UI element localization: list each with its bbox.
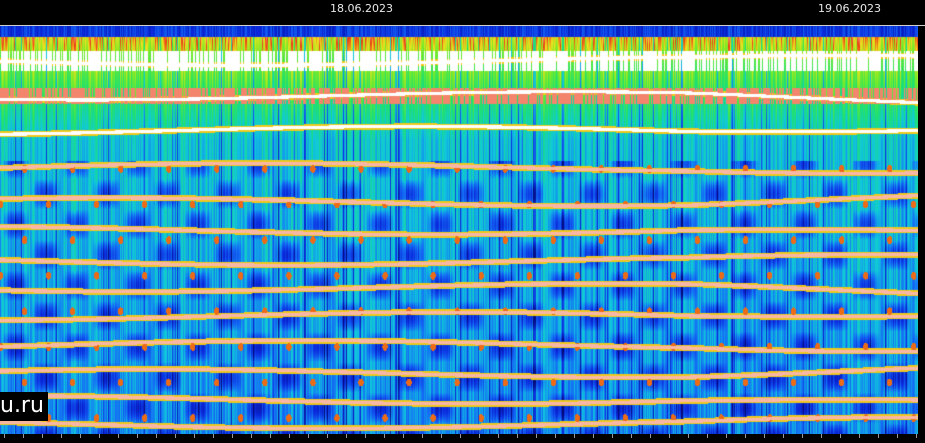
axis-tick	[460, 434, 461, 438]
axis-tick	[156, 434, 157, 438]
spectrogram-viewer: 18.06.2023 19.06.2023 u.ru	[0, 0, 925, 443]
axis-tick	[726, 434, 727, 438]
right-border	[918, 26, 925, 443]
axis-tick	[99, 434, 100, 438]
axis-tick	[897, 434, 898, 438]
axis-tick	[555, 434, 556, 438]
axis-tick	[422, 434, 423, 438]
axis-tick	[289, 434, 290, 438]
axis-tick	[878, 434, 879, 438]
axis-tick	[916, 434, 917, 438]
axis-tick	[688, 434, 689, 438]
axis-tick	[194, 434, 195, 438]
axis-tick	[840, 434, 841, 438]
axis-tick	[42, 434, 43, 438]
spectrogram-image	[0, 26, 918, 434]
axis-tick	[479, 434, 480, 438]
axis-tick	[650, 434, 651, 438]
axis-tick	[61, 434, 62, 438]
axis-tick	[783, 434, 784, 438]
axis-tick	[593, 434, 594, 438]
axis-tick	[536, 434, 537, 438]
axis-tick	[4, 434, 5, 438]
watermark-text: u.ru	[0, 392, 48, 421]
axis-tick	[821, 434, 822, 438]
axis-tick	[232, 434, 233, 438]
axis-tick	[403, 434, 404, 438]
axis-tick	[517, 434, 518, 438]
axis-tick	[631, 434, 632, 438]
date-label-1: 18.06.2023	[330, 2, 393, 15]
axis-tick	[764, 434, 765, 438]
time-axis	[0, 434, 925, 443]
axis-tick	[365, 434, 366, 438]
axis-tick	[707, 434, 708, 438]
axis-tick	[270, 434, 271, 438]
axis-tick	[612, 434, 613, 438]
axis-tick	[745, 434, 746, 438]
date-label-2: 19.06.2023	[818, 2, 881, 15]
axis-tick	[175, 434, 176, 438]
axis-tick	[346, 434, 347, 438]
axis-tick	[498, 434, 499, 438]
date-header: 18.06.2023 19.06.2023	[0, 0, 925, 26]
axis-tick	[327, 434, 328, 438]
axis-tick	[802, 434, 803, 438]
axis-tick	[441, 434, 442, 438]
axis-tick	[23, 434, 24, 438]
axis-tick	[251, 434, 252, 438]
axis-tick	[137, 434, 138, 438]
axis-tick	[859, 434, 860, 438]
axis-tick	[308, 434, 309, 438]
axis-tick	[213, 434, 214, 438]
axis-tick	[574, 434, 575, 438]
axis-tick	[80, 434, 81, 438]
axis-tick	[669, 434, 670, 438]
axis-tick	[118, 434, 119, 438]
axis-tick	[384, 434, 385, 438]
